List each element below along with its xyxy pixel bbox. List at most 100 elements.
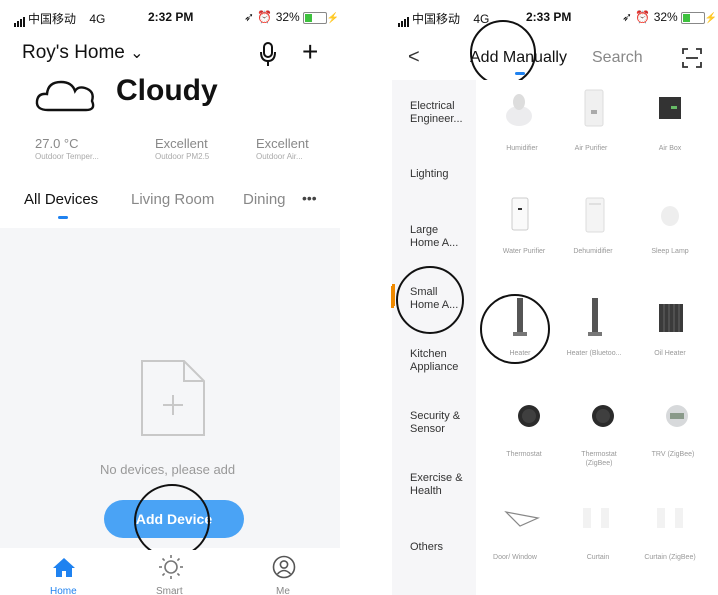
water-purifier-device[interactable] <box>510 196 530 237</box>
tab-dining[interactable]: Dining <box>243 191 286 208</box>
thermostat-label: Thermostat <box>506 451 542 458</box>
alarm-icon: ⏰ <box>635 10 651 24</box>
status-bar: 中国移动 4G 2:33 PM ➶ ⏰ 32% ⚡ <box>392 8 718 28</box>
thermostat-icon <box>518 405 540 427</box>
water-purifier-label: Water Purifier <box>502 248 546 255</box>
heater-bluetooth-device[interactable] <box>587 296 603 343</box>
air-purifier-device[interactable] <box>583 88 605 133</box>
scan-icon[interactable] <box>682 48 702 68</box>
thermostat-device[interactable] <box>517 404 541 433</box>
nav-home-label[interactable]: Home <box>50 586 77 595</box>
oil-heater-label: Oil Heater <box>654 350 686 357</box>
door-window-icon <box>504 511 541 527</box>
trv-icon <box>666 405 688 427</box>
air-box-icon <box>659 97 681 119</box>
cloud-icon <box>35 80 95 112</box>
sleep-lamp-device[interactable] <box>658 200 682 233</box>
battery-percent: 32% <box>275 10 300 24</box>
home-selector[interactable]: Roy's Home ⌄ <box>22 42 144 64</box>
oil-heater-icon <box>659 304 683 332</box>
thermostat-zigbee-icon <box>592 405 614 427</box>
more-icon[interactable]: ••• <box>302 190 317 206</box>
stat-air-label: Outdoor Air... <box>256 152 303 161</box>
highlight-circle <box>396 266 464 334</box>
stat-temperature-label: Outdoor Temper... <box>35 152 99 161</box>
chevron-down-icon: ⌄ <box>130 45 144 62</box>
door-window-device[interactable] <box>504 508 541 533</box>
air-box-device[interactable] <box>658 96 682 125</box>
humidifier-device[interactable] <box>504 92 534 133</box>
category-electrical[interactable]: Electrical Engineer... <box>410 100 470 126</box>
empty-message: No devices, please add <box>100 462 236 477</box>
status-time: 2:32 PM <box>148 10 194 24</box>
back-icon[interactable]: < <box>408 46 420 69</box>
air-box-label: Air Box <box>658 145 682 152</box>
tab-living-room[interactable]: Living Room <box>131 191 214 208</box>
home-name: Roy's Home <box>22 42 125 63</box>
status-time: 2:33 PM <box>526 10 572 24</box>
curtain-zigbee-icon <box>657 508 683 528</box>
active-tab-indicator <box>58 216 68 219</box>
category-lighting[interactable]: Lighting <box>410 168 470 181</box>
category-kitchen[interactable]: Kitchen Appliance <box>410 348 470 374</box>
category-sidebar <box>392 80 476 595</box>
humidifier-label: Humidifier <box>506 145 538 152</box>
weather-condition: Cloudy <box>116 74 218 107</box>
microphone-icon[interactable] <box>258 40 278 68</box>
heater-bluetooth-label: Heater (Bluetoo... <box>566 350 622 357</box>
humidifier-icon <box>506 94 532 126</box>
curtain-device[interactable] <box>581 506 611 535</box>
stat-pm25-value: Excellent <box>155 136 208 151</box>
trv-label: TRV (ZigBee) <box>651 451 695 458</box>
air-purifier-icon <box>584 89 604 127</box>
stat-temperature-value: 27.0 °C <box>35 136 79 151</box>
tab-search[interactable]: Search <box>592 49 654 67</box>
category-others[interactable]: Others <box>410 541 470 554</box>
curtain-zigbee-device[interactable] <box>655 506 685 535</box>
signal-icon <box>398 13 410 27</box>
carrier-name: 中国移动 <box>412 12 461 26</box>
smart-icon[interactable] <box>158 554 184 580</box>
charging-icon: ⚡ <box>326 13 340 24</box>
location-icon: ➶ <box>622 10 633 24</box>
highlight-circle <box>134 484 210 558</box>
nav-me-label[interactable]: Me <box>276 586 290 595</box>
carrier-name: 中国移动 <box>28 12 77 26</box>
door-window-label: Door/ Window <box>493 554 537 561</box>
add-icon[interactable]: + <box>302 36 318 68</box>
air-purifier-label: Air Purifier <box>574 145 608 152</box>
profile-icon[interactable] <box>272 555 296 579</box>
battery-icon <box>302 11 327 24</box>
nav-smart-label[interactable]: Smart <box>156 586 183 595</box>
trv-device[interactable] <box>664 404 690 433</box>
battery-percent: 32% <box>653 10 678 24</box>
heater-bluetooth-icon <box>588 298 602 336</box>
thermostat-zigbee-device[interactable] <box>591 404 615 433</box>
highlight-circle <box>470 20 536 86</box>
oil-heater-device[interactable] <box>658 302 684 339</box>
stat-air-value: Excellent <box>256 136 309 151</box>
network-type: 4G <box>89 12 106 26</box>
signal-icon <box>14 13 26 27</box>
dehumidifier-icon <box>585 197 605 233</box>
dehumidifier-device[interactable] <box>584 196 606 239</box>
water-purifier-icon <box>511 197 529 231</box>
home-icon[interactable] <box>52 556 76 578</box>
curtain-label: Curtain <box>586 554 610 561</box>
empty-file-icon <box>141 360 205 436</box>
stat-pm25-label: Outdoor PM2.5 <box>155 152 210 161</box>
category-exercise[interactable]: Exercise & Health <box>410 472 470 498</box>
battery-icon <box>680 11 705 24</box>
tab-all-devices[interactable]: All Devices <box>24 191 98 208</box>
alarm-icon: ⏰ <box>257 10 273 24</box>
add-device-screen: 中国移动 4G 2:33 PM ➶ ⏰ 32% ⚡ < Add Manually … <box>392 0 718 595</box>
status-bar: 中国移动 4G 2:32 PM ➶ ⏰ 32% ⚡ <box>0 8 340 28</box>
category-accent-bar <box>391 286 394 308</box>
sleep-lamp-label: Sleep Lamp <box>651 248 689 255</box>
location-icon: ➶ <box>244 10 255 24</box>
curtain-icon <box>583 508 609 528</box>
category-large-home[interactable]: Large Home A... <box>410 224 470 250</box>
curtain-zigbee-label: Curtain (ZigBee) <box>644 554 696 561</box>
category-security[interactable]: Security & Sensor <box>410 410 470 436</box>
sleep-lamp-icon <box>661 206 679 226</box>
